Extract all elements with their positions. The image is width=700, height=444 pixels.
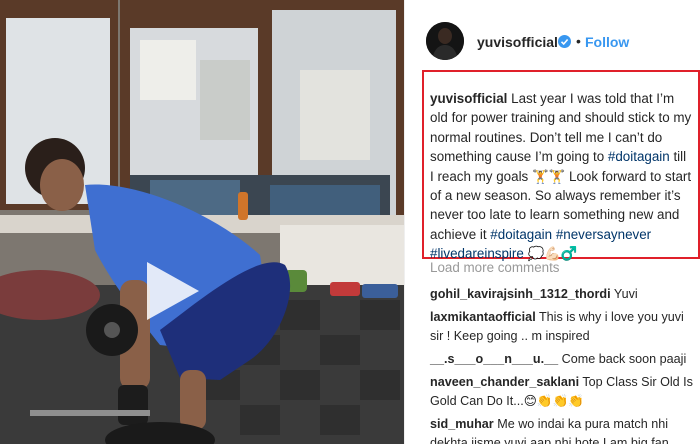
play-button[interactable] xyxy=(141,260,203,322)
load-more-comments-link[interactable]: Load more comments xyxy=(430,260,560,275)
caption-text: 💭💪🏻♂️ xyxy=(523,246,578,262)
comment-item: laxmikantaofficial This is why i love yo… xyxy=(430,308,698,346)
hashtag-link[interactable]: #neversaynever xyxy=(556,227,651,242)
verified-badge-icon xyxy=(558,35,571,48)
header-separator: • xyxy=(576,33,581,49)
hashtag-link[interactable]: #livedareinspire xyxy=(430,246,524,261)
post-video[interactable] xyxy=(0,0,404,444)
comment-item: naveen_chander_saklani Top Class Sir Old… xyxy=(430,373,698,411)
comment-text: Come back soon paaji xyxy=(558,352,687,366)
comment-username[interactable]: __.s___o___n___u.__ xyxy=(430,352,558,366)
follow-button[interactable]: Follow xyxy=(585,34,629,50)
post-caption: yuvisofficial Last year I was told that … xyxy=(422,70,700,262)
avatar[interactable] xyxy=(426,22,464,60)
comment-username[interactable]: naveen_chander_saklani xyxy=(430,375,579,389)
caption-author[interactable]: yuvisofficial xyxy=(430,91,507,106)
post-side-panel: yuvisofficial • Follow yuvisofficial Las… xyxy=(404,0,700,444)
post-header: yuvisofficial • Follow xyxy=(405,0,700,72)
comment-item: __.s___o___n___u.__ Come back soon paaji xyxy=(430,350,698,369)
hashtag-link[interactable]: #doitagain xyxy=(608,149,670,164)
comment-username[interactable]: gohil_kavirajsinh_1312_thordi xyxy=(430,287,611,301)
comment-item: sid_muhar Me wo indai ka pura match nhi … xyxy=(430,415,698,444)
comment-username[interactable]: laxmikantaofficial xyxy=(430,310,536,324)
comment-username[interactable]: sid_muhar xyxy=(430,417,494,431)
comment-text: Yuvi xyxy=(610,287,638,301)
comment-item: gohil_kavirajsinh_1312_thordi Yuvi xyxy=(430,285,698,304)
comment-list: gohil_kavirajsinh_1312_thordi Yuvi laxmi… xyxy=(430,285,698,444)
play-icon xyxy=(147,262,199,320)
video-frame xyxy=(0,0,404,444)
header-username[interactable]: yuvisofficial xyxy=(477,34,558,50)
hashtag-link[interactable]: #doitagain xyxy=(490,227,552,242)
